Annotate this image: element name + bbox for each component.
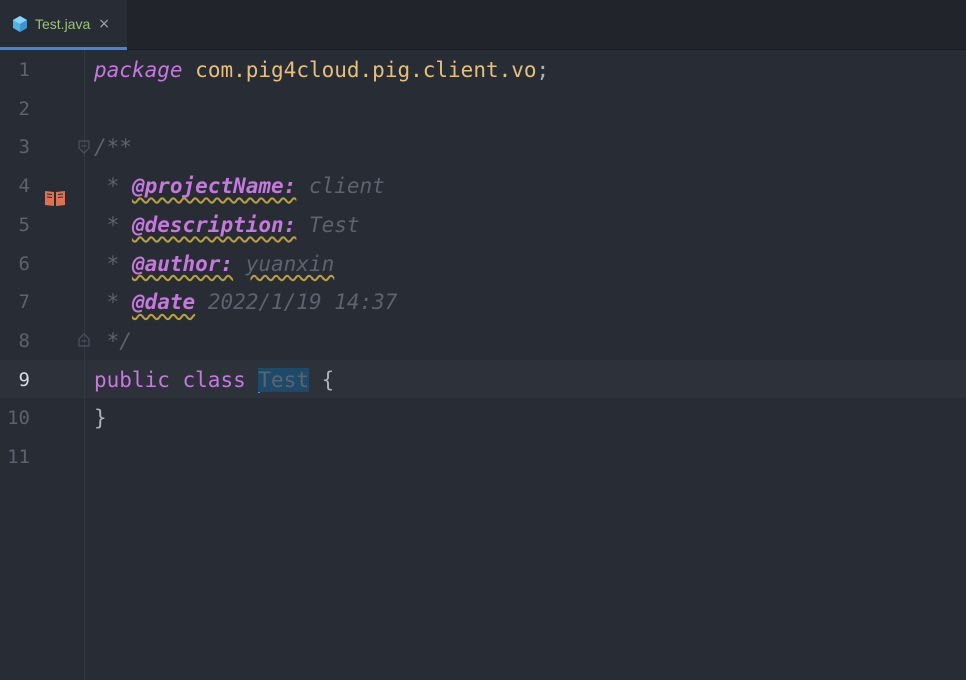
code-token: class (182, 367, 246, 392)
code-token: @date (131, 290, 196, 315)
code-token: @projectName: (131, 174, 297, 199)
code-line[interactable]: 9 public class Test { (0, 361, 966, 399)
tab-test-java[interactable]: Test.java × (0, 0, 127, 50)
line-number: 1 (18, 59, 30, 81)
code-token: package (94, 58, 183, 82)
line-number: 7 (18, 291, 30, 314)
code-token: public (94, 367, 170, 392)
line-number: 9 (18, 368, 30, 391)
code-token: * (94, 290, 132, 315)
code-token: * (94, 251, 132, 276)
code-token: @author: (131, 251, 234, 276)
code-line[interactable]: 2 (0, 90, 966, 128)
code-token: /** (94, 135, 132, 160)
line-number: 5 (18, 213, 30, 236)
code-line[interactable]: 1 package com.pig4cloud.pig.client.vo; (0, 51, 966, 89)
code-line[interactable]: 4 * @projectName: client (0, 167, 966, 205)
code-token: client (296, 174, 385, 199)
code-text: */ (94, 322, 132, 360)
line-number: 8 (18, 329, 30, 352)
tab-filename: Test.java (35, 15, 91, 32)
code-token: 2022/1/19 14:37 (195, 290, 398, 315)
code-text: * @description: Test (94, 206, 360, 244)
code-token: */ (94, 328, 132, 353)
code-token: com.pig4cloud.pig.client.vo (195, 58, 537, 82)
code-text: } (94, 399, 107, 437)
java-class-icon (11, 15, 29, 33)
code-token: } (94, 406, 107, 431)
code-token: @description: (131, 212, 297, 237)
code-line[interactable]: 7 * @date 2022/1/19 14:37 (0, 283, 966, 321)
code-line[interactable]: 11 (0, 438, 966, 476)
code-token: * (94, 212, 132, 237)
close-icon[interactable]: × (98, 16, 110, 32)
code-text: * @date 2022/1/19 14:37 (94, 283, 398, 321)
line-number: 11 (7, 446, 30, 468)
code-token: { (308, 367, 335, 392)
editor-tab-bar: Test.java × (0, 0, 966, 50)
code-token: Test (296, 212, 360, 237)
code-token: * (94, 174, 132, 199)
code-token: Test (258, 367, 309, 392)
code-editor[interactable]: 1 package com.pig4cloud.pig.client.vo; 2 3 /… (0, 50, 966, 680)
code-text: public class Test { (94, 361, 334, 399)
code-text: package com.pig4cloud.pig.client.vo; (94, 51, 549, 89)
code-token: yuanxin (245, 251, 335, 276)
code-line[interactable]: 8 */ (0, 322, 966, 360)
code-line[interactable]: 5 * @description: Test (0, 206, 966, 244)
line-number: 10 (7, 407, 30, 430)
code-line[interactable]: 6 * @author: yuanxin (0, 245, 966, 283)
code-line[interactable]: 3 /** (0, 128, 966, 166)
line-number: 3 (18, 136, 30, 159)
code-line[interactable]: 10} (0, 399, 966, 437)
code-text: * @author: yuanxin (94, 245, 335, 283)
line-number: 4 (18, 175, 30, 198)
code-text: * @projectName: client (94, 167, 385, 205)
line-number: 2 (18, 97, 30, 120)
code-token: ; (536, 58, 550, 82)
code-text: /** (94, 128, 132, 166)
line-number: 6 (18, 252, 30, 275)
